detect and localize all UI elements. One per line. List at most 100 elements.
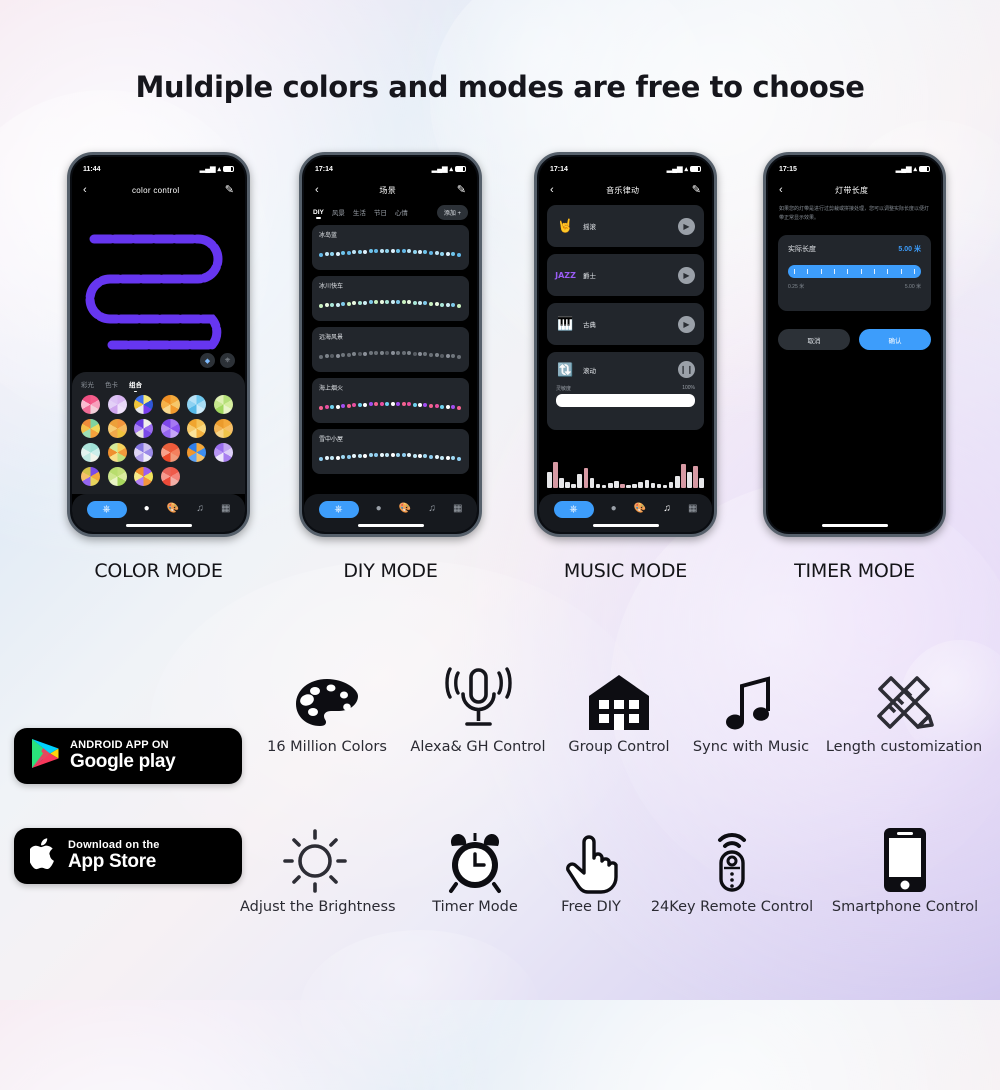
scene-card[interactable]: 远海风景 bbox=[312, 327, 469, 372]
tab-diy[interactable]: DIY bbox=[313, 209, 324, 219]
pencil-icon[interactable]: ✎ bbox=[692, 184, 701, 196]
pause-icon[interactable]: ❙❙ bbox=[678, 361, 695, 378]
pointing-hand-icon bbox=[541, 822, 641, 894]
wifi-icon: ▴ bbox=[449, 166, 453, 173]
audio-equalizer bbox=[547, 458, 704, 488]
length-slider[interactable] bbox=[788, 265, 921, 278]
color-swatch[interactable] bbox=[213, 443, 233, 462]
color-swatch[interactable] bbox=[81, 419, 100, 438]
play-icon[interactable]: ▶ bbox=[678, 266, 695, 284]
color-swatch[interactable] bbox=[81, 467, 100, 486]
pencil-icon[interactable]: ✎ bbox=[225, 184, 234, 196]
color-swatch[interactable] bbox=[160, 443, 180, 462]
track-row-active[interactable]: 🔃 滚动 ❙❙ 灵敏度 100% bbox=[547, 352, 704, 430]
wifi-icon: ▴ bbox=[684, 166, 688, 173]
color-swatch[interactable] bbox=[134, 395, 153, 414]
tab-palette[interactable]: 🎨 bbox=[167, 504, 179, 514]
tab-bulb[interactable]: ● bbox=[611, 504, 617, 514]
sensitivity-slider[interactable] bbox=[556, 394, 695, 407]
color-swatch[interactable] bbox=[187, 419, 206, 438]
phone-screen: 17:15 ▂▄▆ ▴ ‹ 灯带长度 ✎ 如果您的灯带是进行过剪裁或拼接处理，您… bbox=[768, 157, 941, 532]
equalizer-bar bbox=[638, 482, 643, 488]
color-swatch[interactable] bbox=[81, 443, 100, 462]
power-button[interactable]: ⎈ bbox=[318, 500, 359, 518]
tab-palette[interactable]: 🎨 bbox=[399, 504, 411, 514]
play-icon[interactable]: ▶ bbox=[678, 315, 695, 333]
tab-xinqing[interactable]: 心情 bbox=[395, 207, 408, 217]
scene-card[interactable]: 冰岛蓝 bbox=[312, 225, 469, 270]
tab-shenghuo[interactable]: 生活 bbox=[353, 207, 366, 217]
app-store-badge[interactable]: Download on the App Store bbox=[14, 828, 242, 884]
power-button[interactable]: ⎈ bbox=[86, 500, 127, 518]
color-swatch[interactable] bbox=[107, 419, 127, 438]
sensitivity-label: 灵敏度 bbox=[556, 386, 572, 392]
back-icon[interactable]: ‹ bbox=[779, 184, 783, 196]
scene-card[interactable]: 冰川快车 bbox=[312, 276, 469, 321]
feature-smartphone-control: Smartphone Control bbox=[822, 822, 988, 915]
power-icon[interactable]: ⎈ bbox=[220, 353, 235, 368]
equalizer-bar bbox=[571, 484, 576, 488]
badge-line1: ANDROID APP ON bbox=[70, 738, 169, 751]
color-swatch[interactable] bbox=[107, 395, 127, 414]
cycle-icon: 🔃 bbox=[557, 361, 574, 377]
badge-line1: Download on the bbox=[68, 838, 160, 851]
tab-bulb[interactable]: ● bbox=[144, 504, 150, 514]
color-swatch[interactable] bbox=[160, 395, 180, 414]
cancel-button[interactable]: 取消 bbox=[778, 329, 850, 350]
equalizer-bar bbox=[565, 482, 570, 488]
color-swatch[interactable] bbox=[187, 443, 206, 462]
equalizer-bar bbox=[553, 462, 558, 488]
equalizer-bar bbox=[620, 484, 625, 488]
house-icon bbox=[553, 662, 685, 734]
tab-music[interactable]: ♫ bbox=[196, 504, 204, 514]
phone-notch bbox=[588, 157, 663, 170]
scene-name: 远海风景 bbox=[319, 335, 344, 341]
track-row[interactable]: 🤘 摇滚 ▶ bbox=[547, 205, 704, 247]
tab-music[interactable]: ♫ bbox=[428, 504, 436, 514]
color-swatch[interactable] bbox=[107, 443, 127, 462]
badge-line2: Google play bbox=[70, 750, 176, 772]
tab-bulb[interactable]: ● bbox=[376, 504, 382, 514]
tab-music[interactable]: ♫ bbox=[663, 504, 671, 514]
power-button[interactable]: ⎈ bbox=[553, 500, 594, 518]
color-swatch[interactable] bbox=[213, 419, 233, 438]
tab-grid[interactable]: ▦ bbox=[453, 504, 462, 514]
tab-jieri[interactable]: 节日 bbox=[374, 207, 387, 217]
mode-label-color: COLOR MODE bbox=[94, 560, 223, 582]
scene-card[interactable]: 海上烟火 bbox=[312, 378, 469, 423]
google-play-badge[interactable]: ANDROID APP ON Google play bbox=[14, 728, 242, 784]
track-row[interactable]: JAZZ 爵士 ▶ bbox=[547, 254, 704, 296]
tab-grid[interactable]: ▦ bbox=[221, 504, 230, 514]
color-swatch[interactable] bbox=[160, 467, 180, 486]
play-icon[interactable]: ▶ bbox=[678, 217, 695, 235]
battery-icon bbox=[919, 166, 930, 172]
tab-palette[interactable]: 🎨 bbox=[634, 504, 646, 514]
track-row[interactable]: 🎹 古典 ▶ bbox=[547, 303, 704, 345]
tab-seka[interactable]: 色卡 bbox=[105, 379, 118, 389]
confirm-button[interactable]: 确认 bbox=[859, 329, 931, 350]
tab-caiguang[interactable]: 彩光 bbox=[81, 379, 94, 389]
add-scene-button[interactable]: 添加 + bbox=[436, 204, 468, 220]
color-swatch[interactable] bbox=[81, 395, 100, 414]
back-icon[interactable]: ‹ bbox=[550, 184, 554, 196]
range-max: 5.00 米 bbox=[904, 284, 921, 290]
phone-screen: 17:14 ▂▄▆ ▴ ‹ 音乐律动 ✎ 🤘 摇滚 ▶ JAZZ 爵士 ▶ 🎹 … bbox=[539, 157, 712, 532]
diamond-icon[interactable]: ◆ bbox=[200, 353, 215, 368]
scene-card[interactable]: 雪中小屋 bbox=[312, 429, 469, 474]
back-icon[interactable]: ‹ bbox=[315, 184, 319, 196]
color-swatch[interactable] bbox=[134, 419, 153, 438]
tab-grid[interactable]: ▦ bbox=[688, 504, 697, 514]
pencil-icon[interactable]: ✎ bbox=[457, 184, 466, 196]
feature-16-million-colors: 16 Million Colors bbox=[253, 662, 401, 755]
feature-label: Sync with Music bbox=[692, 739, 810, 755]
color-swatch[interactable] bbox=[107, 467, 127, 486]
tab-zuhe[interactable]: 组合 bbox=[129, 379, 142, 392]
sensitivity-value: 100% bbox=[682, 385, 695, 391]
color-swatch[interactable] bbox=[134, 467, 153, 486]
color-swatch[interactable] bbox=[187, 395, 206, 414]
color-swatch[interactable] bbox=[160, 419, 180, 438]
color-swatch[interactable] bbox=[134, 443, 153, 462]
tab-fengjing[interactable]: 风景 bbox=[332, 207, 345, 217]
color-swatch[interactable] bbox=[213, 395, 233, 414]
back-icon[interactable]: ‹ bbox=[83, 184, 87, 196]
